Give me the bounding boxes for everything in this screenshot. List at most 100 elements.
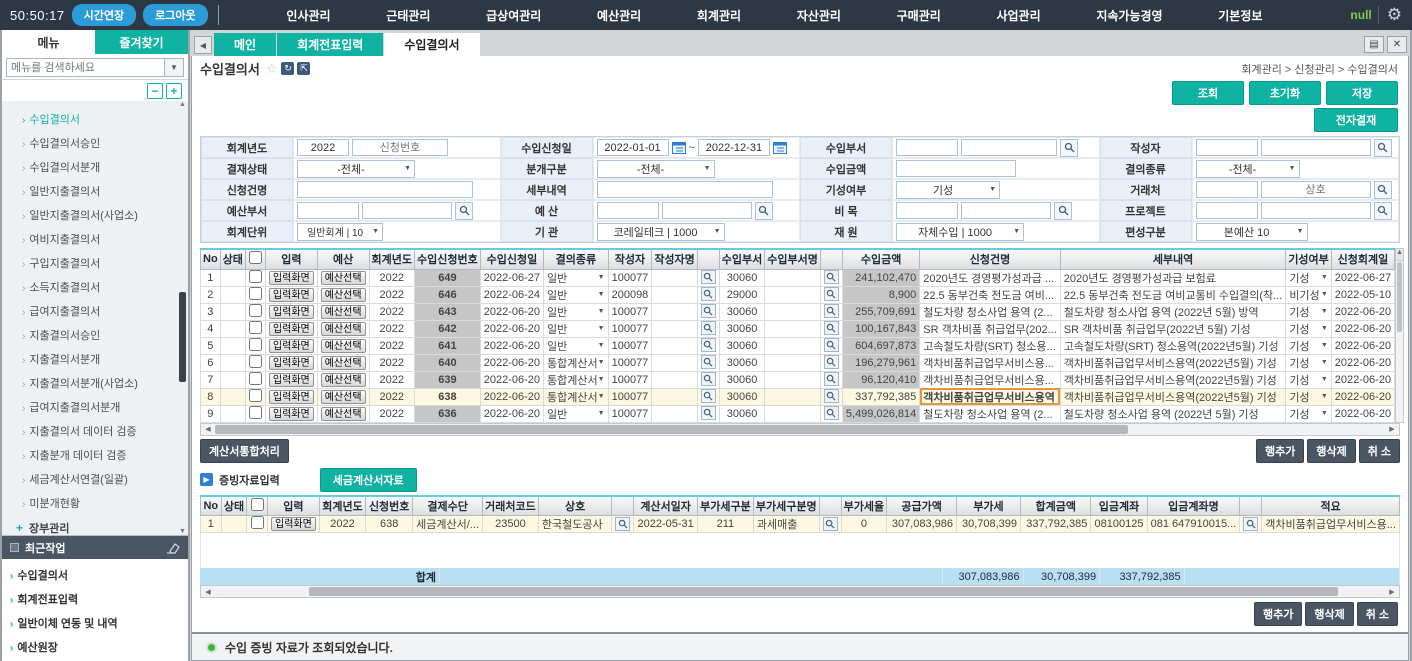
row-delete-button-bottom[interactable]: 행삭제 xyxy=(1305,602,1353,626)
cell-search-icon[interactable] xyxy=(824,389,839,403)
dept-cell[interactable]: 30060 xyxy=(719,320,764,337)
bill-merge-button[interactable]: 계산서통합처리 xyxy=(200,439,289,463)
request-no-cell[interactable]: 636 xyxy=(415,405,481,422)
recent-work-item[interactable]: ›일반이체 연동 및 내역 xyxy=(10,611,188,635)
title-cell[interactable]: 고속철도차량(SRT) 청소용... xyxy=(920,337,1061,354)
amount-cell[interactable]: 604,697,873 xyxy=(842,337,919,354)
cell-search-icon[interactable] xyxy=(824,338,839,352)
dept-name-cell[interactable] xyxy=(765,354,821,371)
fiscal-year-cell[interactable]: 2022 xyxy=(369,337,414,354)
grid1-row[interactable]: 9 입력화면 예산선택 2022 636 2022-06-20 일반▼ 1000… xyxy=(201,405,1395,422)
budget-select-button[interactable]: 예산선택 xyxy=(321,373,366,387)
vendor-cell[interactable]: 한국철도공사 xyxy=(538,516,611,533)
fiscal-year-cell[interactable]: 2022 xyxy=(369,320,414,337)
recent-work-item[interactable]: ›수입결의서 xyxy=(10,563,188,587)
sidebar-item[interactable]: ›세금계산서연결(일괄) xyxy=(16,467,188,491)
detail-cell[interactable]: 철도차량 청소사업 용역 (2022년 5월) 방역 xyxy=(1060,303,1286,320)
vat-amount-cell[interactable]: 30,708,399 xyxy=(957,516,1021,533)
recent-work-item[interactable]: ›예산원장 xyxy=(10,635,188,659)
expand-plus-icon[interactable]: + xyxy=(16,521,23,535)
dept-name-cell[interactable] xyxy=(765,303,821,320)
cell-search-icon[interactable] xyxy=(824,372,839,386)
project-code-input[interactable] xyxy=(1196,202,1258,219)
amount-cell[interactable]: 255,709,691 xyxy=(842,303,919,320)
input-screen-button[interactable]: 입력화면 xyxy=(269,288,314,302)
row-checkbox[interactable] xyxy=(249,372,262,385)
request-date-cell[interactable]: 2022-06-20 xyxy=(480,303,543,320)
scroll-right-icon[interactable]: ▶ xyxy=(1385,588,1399,596)
cell-search-icon[interactable] xyxy=(824,270,839,284)
decide-type-select[interactable]: -전체-▼ xyxy=(1196,160,1300,178)
acct-date-cell[interactable]: 2022-06-20 xyxy=(1331,371,1394,388)
amount-cell[interactable]: 337,792,385 xyxy=(842,388,919,405)
cell-search-icon[interactable] xyxy=(615,517,630,531)
acct-date-cell[interactable]: 2022-06-20 xyxy=(1331,320,1394,337)
cell-select[interactable]: 일반▼ xyxy=(547,406,605,422)
scrollbar-thumb[interactable] xyxy=(309,587,1339,596)
title-cell[interactable]: 객차비품취급업무서비스용... xyxy=(920,371,1061,388)
cell-select[interactable]: 일반▼ xyxy=(547,270,605,286)
cancel-button[interactable]: 취 소 xyxy=(1359,439,1400,463)
sidebar-tab-favorites[interactable]: 즐겨찾기 xyxy=(95,30,188,54)
request-no-cell[interactable]: 646 xyxy=(415,286,481,303)
request-no-cell[interactable]: 642 xyxy=(415,320,481,337)
sidebar-scrollbar[interactable]: ▲ ▼ xyxy=(178,101,187,535)
writer-cell[interactable]: 200098 xyxy=(608,286,652,303)
scroll-left-icon[interactable]: ◀ xyxy=(201,588,215,596)
cell-select[interactable]: 일반▼ xyxy=(547,287,605,303)
expense-item-code-input[interactable] xyxy=(896,202,958,219)
amount-cell[interactable]: 100,167,843 xyxy=(842,320,919,337)
select-all-checkbox[interactable] xyxy=(251,498,264,511)
amount-cell[interactable]: 8,900 xyxy=(842,286,919,303)
dept-cell[interactable]: 30060 xyxy=(719,354,764,371)
writer-cell[interactable]: 100077 xyxy=(608,303,652,320)
cell-select[interactable]: 기성▼ xyxy=(1289,406,1327,422)
input-screen-button[interactable]: 입력화면 xyxy=(269,373,314,387)
fiscal-year-cell[interactable]: 2022 xyxy=(369,303,414,320)
vendor-name-input[interactable] xyxy=(1261,181,1371,198)
request-date-cell[interactable]: 2022-06-24 xyxy=(480,286,543,303)
detail-cell[interactable]: 2020년도 경영평가성과급 보험료 xyxy=(1060,269,1286,286)
cell-search-icon[interactable] xyxy=(824,355,839,369)
request-date-cell[interactable]: 2022-06-20 xyxy=(480,371,543,388)
row-checkbox[interactable] xyxy=(249,355,262,368)
top-menu-5[interactable]: 회계관리 xyxy=(697,7,741,24)
dept-name-cell[interactable] xyxy=(765,320,821,337)
sidebar-item[interactable]: ›일반지출결의서(사업소) xyxy=(16,203,188,227)
dept-cell[interactable]: 30060 xyxy=(719,405,764,422)
dept-name-cell[interactable] xyxy=(765,405,821,422)
cell-select[interactable]: 통합계산서▼ xyxy=(547,372,605,388)
cell-search-icon[interactable] xyxy=(823,517,838,531)
budget-select-button[interactable]: 예산선택 xyxy=(321,390,366,404)
grid2-horizontal-scrollbar[interactable]: ◀ ▶ xyxy=(200,585,1400,598)
menu-search-input[interactable] xyxy=(6,58,165,77)
amount-cell[interactable]: 196,279,961 xyxy=(842,354,919,371)
income-dept-search-icon[interactable] xyxy=(1060,139,1078,157)
reset-button[interactable]: 초기화 xyxy=(1249,81,1321,105)
bill-date-cell[interactable]: 2022-05-31 xyxy=(634,516,698,533)
sidebar-item[interactable]: ›수입결의서승인 xyxy=(16,131,188,155)
new-window-icon[interactable]: ⇱ xyxy=(297,62,310,75)
cell-search-icon[interactable] xyxy=(824,321,839,335)
budget-select-button[interactable]: 예산선택 xyxy=(321,322,366,336)
grid1-row[interactable]: 6 입력화면 예산선택 2022 640 2022-06-20 통합계산서▼ 1… xyxy=(201,354,1395,371)
cell-search-icon[interactable] xyxy=(701,338,716,352)
vendor-code-cell[interactable]: 23500 xyxy=(482,516,538,533)
expense-item-name-input[interactable] xyxy=(961,202,1051,219)
detail-cell[interactable]: 22.5 동부건축 전도금 여비교통비 수입결의(착... xyxy=(1060,286,1286,303)
sidebar-item[interactable]: ›미분개현황 xyxy=(16,491,188,515)
account-name-cell[interactable]: 081 647910015... xyxy=(1147,516,1240,533)
cell-select[interactable]: 일반▼ xyxy=(547,338,605,354)
budget-dept-search-icon[interactable] xyxy=(455,202,473,220)
cell-select[interactable]: 통합계산서▼ xyxy=(547,389,605,405)
dept-name-cell[interactable] xyxy=(765,337,821,354)
top-menu-7[interactable]: 구매관리 xyxy=(897,7,941,24)
tab-메인[interactable]: 메인 xyxy=(214,33,276,56)
cell-select[interactable]: 일반▼ xyxy=(547,321,605,337)
title-cell[interactable]: 2020년도 경영평가성과급 ... xyxy=(920,269,1061,286)
cell-select[interactable]: 기성▼ xyxy=(1289,355,1327,371)
cell-search-icon[interactable] xyxy=(824,287,839,301)
grid1-row[interactable]: 2 입력화면 예산선택 2022 646 2022-06-24 일반▼ 2000… xyxy=(201,286,1395,303)
journal-type-select[interactable]: -전체-▼ xyxy=(597,160,715,178)
dept-cell[interactable]: 30060 xyxy=(719,269,764,286)
